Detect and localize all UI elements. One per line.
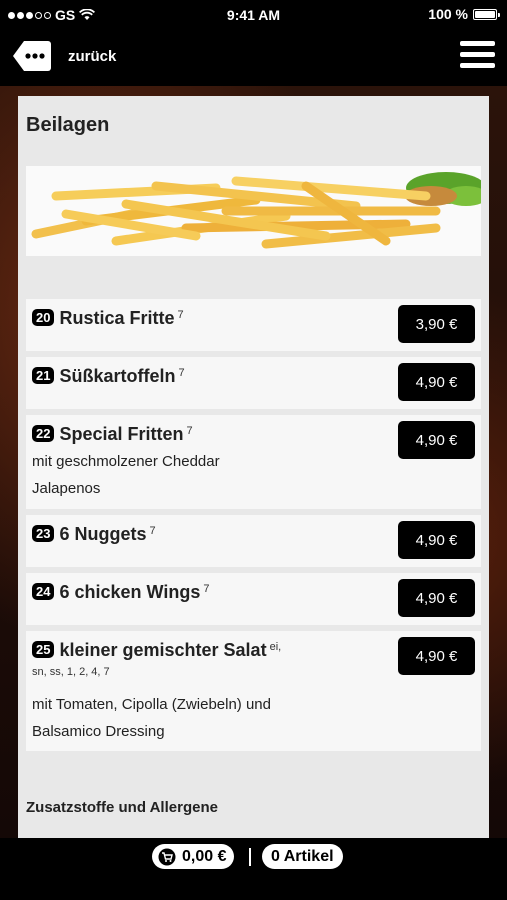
battery-status: 100 % (428, 6, 500, 22)
allergen-codes: 7 (177, 309, 184, 321)
article-count-button[interactable]: 0 Artikel (262, 844, 343, 869)
add-to-cart-price-button[interactable]: 4,90 € (398, 421, 475, 459)
item-title: 20 Rustica Fritte 7 (32, 308, 184, 329)
list-item[interactable]: 25 kleiner gemischter Salat ei, sn, ss, 1,… (26, 631, 481, 751)
item-description: mit geschmolzener Cheddar Jalapenos (32, 448, 332, 502)
back-label: zurück (68, 47, 117, 65)
cart-total: 0,00 € (182, 847, 227, 865)
item-number-badge: 24 (32, 583, 55, 600)
item-description: mit Tomaten, Cipolla (Zwiebeln) und Bals… (32, 691, 392, 745)
allergen-codes: ei, (269, 641, 282, 653)
description-line: Jalapenos (32, 480, 101, 497)
item-name: kleiner gemischter Salat (59, 640, 267, 660)
back-button[interactable]: zurück (12, 39, 116, 73)
page-title: Beilagen (26, 114, 110, 136)
allergen-codes: 7 (178, 367, 185, 379)
item-name: Rustica Fritte (59, 308, 175, 328)
navigation-bar: zurück (0, 29, 507, 86)
item-number-badge: 23 (32, 525, 55, 542)
item-title: 23 6 Nuggets 7 (32, 524, 156, 545)
status-bar: GS 9:41 AM 100 % (0, 0, 507, 29)
item-title: 22 Special Fritten 7 (32, 424, 193, 445)
list-item[interactable]: 24 6 chicken Wings 7 4,90 € (26, 573, 481, 625)
battery-icon (473, 8, 500, 20)
item-name: Süßkartoffeln (59, 366, 176, 386)
list-item[interactable]: 23 6 Nuggets 7 4,90 € (26, 515, 481, 567)
item-name: 6 Nuggets (59, 524, 147, 544)
hamburger-menu-icon[interactable] (460, 41, 495, 71)
back-tag-icon (13, 41, 51, 71)
allergen-codes: 7 (203, 583, 210, 595)
list-item[interactable]: 21 Süßkartoffeln 7 4,90 € (26, 357, 481, 409)
description-line: Balsamico Dressing (32, 723, 165, 740)
allergen-codes: 7 (186, 425, 193, 437)
description-line: mit geschmolzener Cheddar (32, 453, 220, 470)
item-number-badge: 22 (32, 425, 55, 442)
item-name: 6 chicken Wings (59, 582, 201, 602)
add-to-cart-price-button[interactable]: 4,90 € (398, 637, 475, 675)
description-line: mit Tomaten, Cipolla (Zwiebeln) und (32, 696, 271, 713)
fries-image (26, 166, 481, 256)
item-number-badge: 21 (32, 367, 55, 384)
add-to-cart-price-button[interactable]: 4,90 € (398, 579, 475, 617)
battery-percent: 100 % (428, 6, 468, 22)
item-title: 24 6 chicken Wings 7 (32, 582, 209, 603)
item-title: 25 kleiner gemischter Salat ei, (32, 640, 281, 661)
item-title: 21 Süßkartoffeln 7 (32, 366, 185, 387)
list-item[interactable]: 20 Rustica Fritte 7 3,90 € (26, 299, 481, 351)
divider (249, 848, 251, 866)
list-item[interactable]: 22 Special Fritten 7 mit geschmolzener Che… (26, 415, 481, 509)
allergen-codes: 7 (149, 525, 156, 537)
shopping-cart-icon (158, 848, 176, 865)
allergens-info-link[interactable]: Zusatzstoffe und Allergene (26, 799, 218, 816)
allergen-codes-continued: sn, ss, 1, 2, 4, 7 (32, 666, 110, 678)
bottom-cart-bar: 0,00 € 0 Artikel (0, 838, 507, 900)
item-number-badge: 25 (32, 641, 55, 658)
item-number-badge: 20 (32, 309, 55, 326)
cart-total-button[interactable]: 0,00 € (152, 844, 235, 869)
add-to-cart-price-button[interactable]: 4,90 € (398, 363, 475, 401)
add-to-cart-price-button[interactable]: 4,90 € (398, 521, 475, 559)
add-to-cart-price-button[interactable]: 3,90 € (398, 305, 475, 343)
item-name: Special Fritten (59, 424, 184, 444)
